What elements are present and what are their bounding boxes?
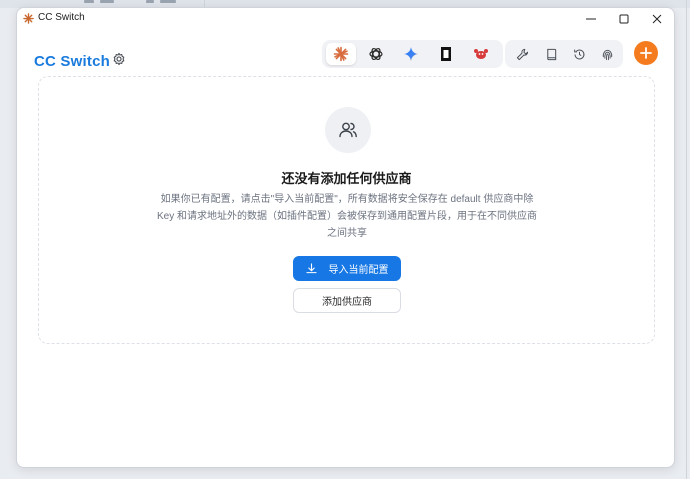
add-provider-icon-button[interactable] — [634, 41, 658, 65]
import-config-label: 导入当前配置 — [328, 265, 389, 276]
users-icon — [325, 107, 371, 153]
background-edge — [686, 0, 687, 479]
empty-state-title: 还没有添加任何供应商 — [281, 171, 412, 186]
plus-icon — [640, 47, 652, 59]
crab-icon — [474, 49, 488, 59]
tool-wrench-button[interactable] — [509, 43, 535, 65]
app-window: CC Switch CC Switch 还没有添加任何供应商 如果你已有配置，请… — [16, 7, 675, 468]
app-switcher — [322, 40, 503, 68]
claude-icon — [333, 46, 349, 62]
empty-state-panel: 还没有添加任何供应商 如果你已有配置，请点击"导入当前配置"，所有数据将安全保存… — [38, 76, 655, 344]
history-icon — [573, 49, 584, 59]
title-bar[interactable]: CC Switch — [17, 8, 674, 29]
tool-book-button[interactable] — [538, 43, 564, 65]
close-button[interactable] — [640, 8, 673, 29]
app-tab-openai[interactable] — [361, 43, 391, 65]
maximize-button[interactable] — [607, 8, 640, 29]
opencode-icon — [441, 47, 451, 61]
minimize-button[interactable] — [574, 8, 607, 29]
fingerprint-icon — [602, 49, 612, 60]
tool-bar — [505, 40, 623, 68]
wrench-icon — [516, 48, 528, 60]
import-config-button[interactable]: 导入当前配置 — [293, 256, 401, 281]
openai-icon — [369, 47, 383, 61]
minimize-icon — [585, 18, 596, 19]
tool-fingerprint-button[interactable] — [594, 43, 620, 65]
app-tab-gemini[interactable] — [396, 43, 426, 65]
book-icon — [546, 48, 556, 60]
app-logo-icon — [23, 13, 34, 24]
background-window-bits — [84, 0, 204, 5]
maximize-icon — [619, 14, 628, 23]
window-title: CC Switch — [38, 12, 85, 23]
settings-gear-icon[interactable] — [112, 52, 126, 66]
tool-history-button[interactable] — [566, 43, 592, 65]
add-provider-button[interactable]: 添加供应商 — [293, 288, 401, 313]
add-provider-label: 添加供应商 — [322, 297, 372, 308]
gemini-icon — [404, 47, 418, 61]
app-title: CC Switch — [34, 53, 110, 70]
empty-state-description: 如果你已有配置，请点击"导入当前配置"，所有数据将安全保存在 default 供… — [157, 194, 538, 239]
close-icon — [652, 14, 661, 23]
app-tab-opencode[interactable] — [431, 43, 461, 65]
download-icon — [305, 263, 317, 274]
app-tab-claude[interactable] — [326, 43, 356, 65]
app-tab-crab[interactable] — [466, 43, 496, 65]
